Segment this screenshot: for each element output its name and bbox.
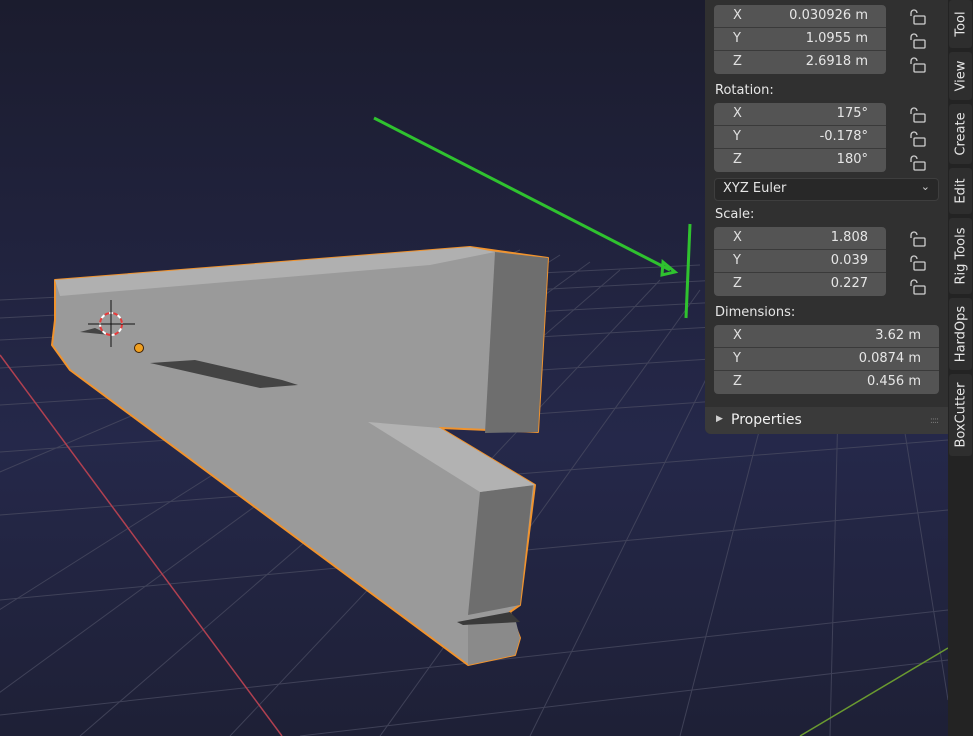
axis-label: Y — [733, 351, 741, 366]
lock-icon[interactable] — [907, 254, 927, 272]
tab-tool[interactable]: Tool — [949, 0, 972, 48]
scale-y-field[interactable]: Y 0.039 — [714, 250, 886, 273]
scale-label: Scale: — [715, 207, 755, 222]
lock-icon[interactable] — [907, 130, 927, 148]
dimensions-fields: X 3.62 m Y 0.0874 m Z 0.456 m — [714, 325, 939, 394]
field-value: 0.456 m — [866, 374, 921, 389]
scale-z-field[interactable]: Z 0.227 — [714, 273, 886, 296]
axis-label: Z — [733, 374, 742, 389]
tab-create[interactable]: Create — [949, 104, 972, 164]
rotation-z-field[interactable]: Z 180° — [714, 149, 886, 172]
scale-fields: X 1.808 Y 0.039 Z 0.227 — [714, 227, 886, 296]
tab-edit[interactable]: Edit — [949, 168, 972, 214]
rotation-mode-value: XYZ Euler — [723, 181, 787, 196]
tab-label: View — [953, 60, 968, 92]
field-value: 180° — [836, 152, 868, 167]
tab-label: Tool — [953, 11, 968, 37]
field-value: 2.6918 m — [805, 54, 868, 69]
lock-icon[interactable] — [907, 278, 927, 296]
lock-icon[interactable] — [907, 230, 927, 248]
field-value: -0.178° — [819, 129, 868, 144]
lock-icon[interactable] — [907, 56, 927, 74]
rotation-label: Rotation: — [715, 83, 774, 98]
dimensions-label: Dimensions: — [715, 305, 796, 320]
disclosure-triangle-icon: ▶ — [716, 414, 723, 424]
rotation-y-field[interactable]: Y -0.178° — [714, 126, 886, 149]
lock-icon[interactable] — [907, 154, 927, 172]
lock-icon[interactable] — [907, 106, 927, 124]
axis-label: Z — [733, 152, 742, 167]
properties-subpanel-header[interactable]: ▶ Properties :::: — [705, 407, 948, 434]
tab-boxcutter[interactable]: BoxCutter — [949, 374, 972, 456]
tab-view[interactable]: View — [949, 52, 972, 100]
axis-label: Z — [733, 276, 742, 291]
drag-grip-icon[interactable]: :::: — [930, 416, 939, 426]
lock-icon[interactable] — [907, 32, 927, 50]
field-value: 1.0955 m — [805, 31, 868, 46]
sidebar-panel: X 0.030926 m Y 1.0955 m Z 2.6918 m Rotat… — [705, 0, 948, 434]
axis-label: X — [733, 106, 742, 121]
lock-icon[interactable] — [907, 8, 927, 26]
rotation-x-field[interactable]: X 175° — [714, 103, 886, 126]
object-origin-icon — [134, 343, 144, 353]
axis-label: X — [733, 8, 742, 23]
axis-label: X — [733, 328, 742, 343]
properties-label: Properties — [731, 412, 802, 428]
location-y-field[interactable]: Y 1.0955 m — [714, 28, 886, 51]
field-value: 3.62 m — [875, 328, 921, 343]
field-value: 175° — [836, 106, 868, 121]
field-value: 0.227 — [830, 276, 868, 291]
tab-label: HardOps — [953, 305, 968, 363]
axis-label: Y — [733, 129, 741, 144]
tab-hardops[interactable]: HardOps — [949, 298, 972, 370]
location-fields: X 0.030926 m Y 1.0955 m Z 2.6918 m — [714, 5, 886, 74]
scale-x-field[interactable]: X 1.808 — [714, 227, 886, 250]
tab-label: BoxCutter — [953, 382, 968, 448]
axis-label: Y — [733, 253, 741, 268]
location-z-field[interactable]: Z 2.6918 m — [714, 51, 886, 74]
axis-label: Y — [733, 31, 741, 46]
rotation-mode-select[interactable]: XYZ Euler ⌄ — [714, 178, 939, 201]
tab-label: Create — [953, 112, 968, 156]
sidebar-tabs: Tool View Create Edit Rig Tools HardOps … — [948, 0, 973, 736]
tab-label: Rig Tools — [953, 227, 968, 285]
dimensions-x-field[interactable]: X 3.62 m — [714, 325, 939, 348]
axis-label: Z — [733, 54, 742, 69]
chevron-down-icon: ⌄ — [920, 180, 930, 193]
axis-label: X — [733, 230, 742, 245]
dimensions-y-field[interactable]: Y 0.0874 m — [714, 348, 939, 371]
field-value: 1.808 — [830, 230, 868, 245]
location-x-field[interactable]: X 0.030926 m — [714, 5, 886, 28]
tab-rig-tools[interactable]: Rig Tools — [949, 218, 972, 294]
field-value: 0.0874 m — [858, 351, 921, 366]
rotation-fields: X 175° Y -0.178° Z 180° — [714, 103, 886, 172]
dimensions-z-field[interactable]: Z 0.456 m — [714, 371, 939, 394]
field-value: 0.039 — [830, 253, 868, 268]
tab-label: Edit — [953, 178, 968, 204]
field-value: 0.030926 m — [789, 8, 868, 23]
